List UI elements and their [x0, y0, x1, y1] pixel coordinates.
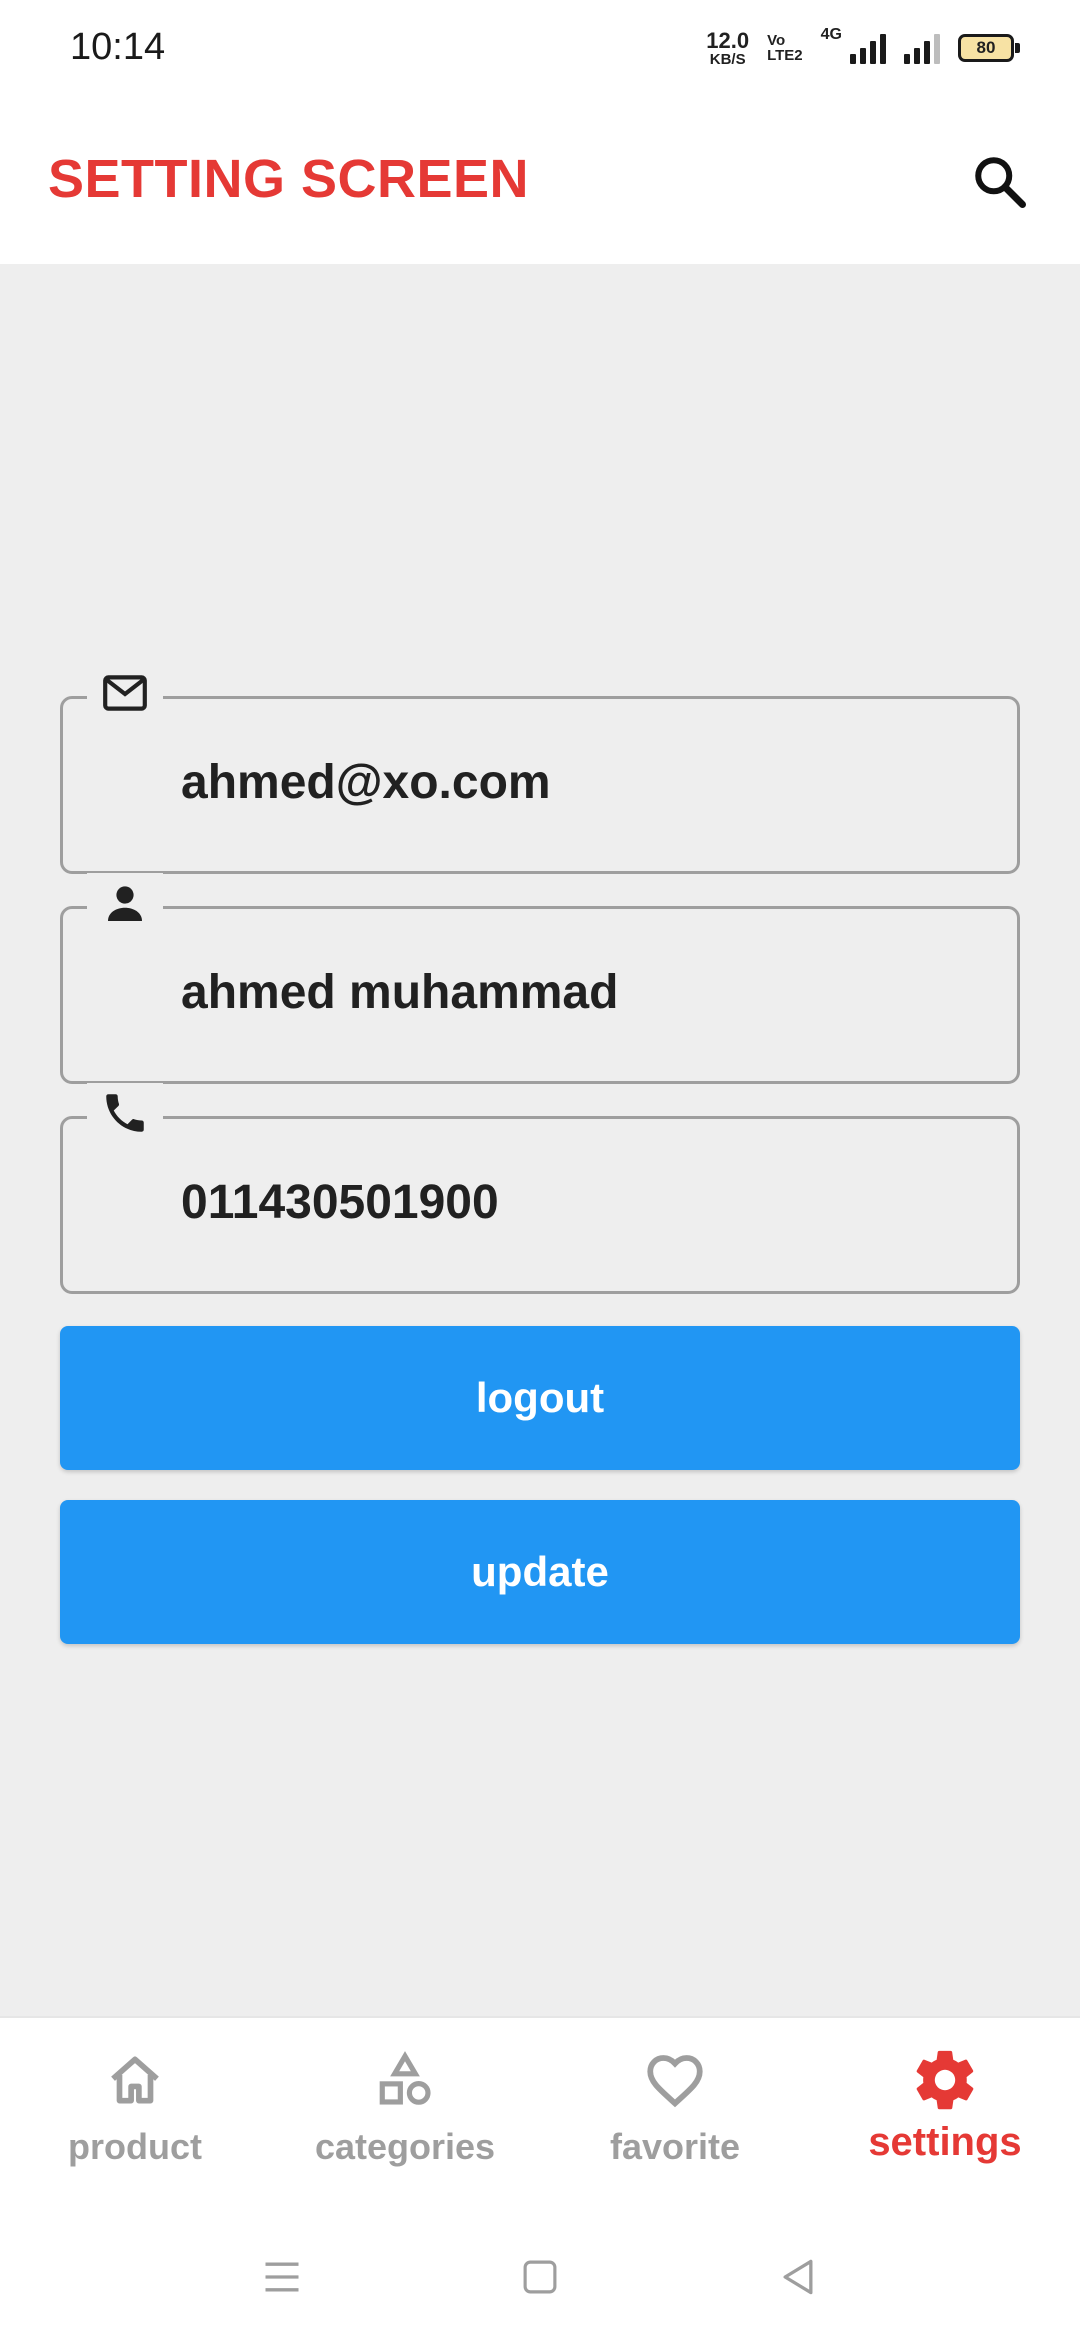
- network-speed-unit: KB/S: [709, 50, 746, 68]
- name-field-icon: [87, 873, 163, 933]
- phone-field[interactable]: 011430501900: [60, 1083, 1020, 1294]
- status-icons: 12.0 KB/S Vo LTE2 4G 80: [706, 26, 1020, 70]
- update-button[interactable]: update: [60, 1500, 1020, 1644]
- person-icon: [108, 886, 142, 921]
- phone-icon: [106, 1094, 144, 1132]
- phone-value: 011430501900: [181, 1176, 499, 1229]
- battery-icon: 80: [958, 34, 1020, 62]
- settings-content: ahmed@xo.com ahmed muhammad 011430501900…: [0, 264, 1080, 2016]
- nav-label-product: product: [68, 2126, 202, 2167]
- name-field[interactable]: ahmed muhammad: [60, 873, 1020, 1084]
- nav-item-product[interactable]: product: [0, 2018, 270, 2214]
- home-button[interactable]: [500, 2242, 580, 2312]
- back-triangle-icon: [783, 2259, 813, 2295]
- nav-item-categories[interactable]: categories: [270, 2018, 540, 2214]
- network-speed: 12.0 KB/S: [706, 27, 750, 68]
- gear-icon: [916, 2050, 974, 2110]
- recents-button[interactable]: [242, 2242, 322, 2312]
- logout-button[interactable]: logout: [60, 1326, 1020, 1470]
- volte-bottom: LTE2: [767, 47, 803, 64]
- square-icon: [523, 2260, 557, 2294]
- signal-icon-sim1: [850, 32, 886, 64]
- home-icon: [111, 2056, 159, 2104]
- volte-top: Vo: [767, 32, 786, 49]
- nav-item-favorite[interactable]: favorite: [540, 2018, 810, 2214]
- phone-field-icon: [87, 1083, 163, 1143]
- nav-item-settings[interactable]: settings: [810, 2018, 1080, 2214]
- page-title: SETTING SCREEN: [48, 149, 530, 209]
- mail-icon: [103, 675, 147, 711]
- nav-label-favorite: favorite: [609, 2126, 741, 2167]
- signal-icon-sim2: [904, 32, 940, 64]
- email-field-icon: [87, 663, 163, 723]
- back-button[interactable]: [758, 2242, 838, 2312]
- app-bar: SETTING SCREEN: [0, 96, 1080, 264]
- bottom-navigation: product categories favorite settings: [0, 2016, 1080, 2212]
- volte-indicator: Vo LTE2: [767, 33, 803, 63]
- system-navigation-bar: [0, 2212, 1080, 2340]
- battery-level: 80: [976, 38, 996, 57]
- heart-icon: [647, 2055, 703, 2108]
- search-icon: [975, 157, 1026, 208]
- shapes-icon: [379, 2051, 431, 2105]
- network-type: 4G: [820, 26, 842, 43]
- network-speed-value: 12.0: [706, 27, 750, 53]
- search-button[interactable]: [964, 146, 1036, 218]
- email-field[interactable]: ahmed@xo.com: [60, 663, 1020, 874]
- status-time: 10:14: [70, 26, 166, 68]
- nav-label-categories: categories: [314, 2126, 496, 2167]
- name-value: ahmed muhammad: [181, 966, 619, 1019]
- nav-label-settings: settings: [868, 2120, 1022, 2164]
- email-value: ahmed@xo.com: [181, 756, 551, 809]
- menu-icon: [265, 2262, 299, 2292]
- status-bar: 10:14 12.0 KB/S Vo LTE2 4G 80: [0, 0, 1080, 96]
